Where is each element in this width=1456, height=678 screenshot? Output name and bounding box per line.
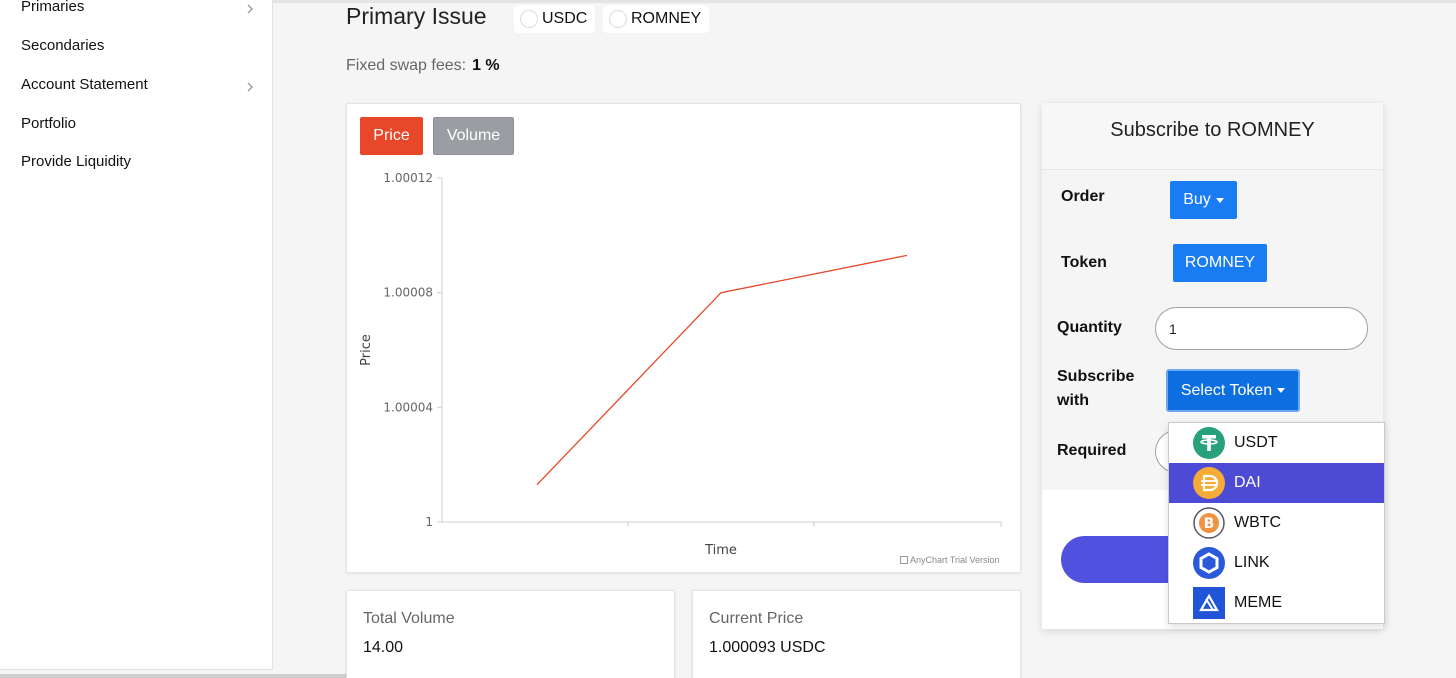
order-label: Order — [1061, 188, 1105, 205]
dai-icon — [1193, 467, 1225, 499]
svg-text:B: B — [1204, 516, 1215, 532]
chevron-right-icon — [247, 82, 253, 92]
token-option-label: WBTC — [1234, 514, 1282, 531]
current-price-label: Current Price — [709, 610, 804, 627]
token-pill-label: USDC — [542, 10, 588, 27]
page-title: Primary Issue — [346, 3, 487, 29]
volume-tab-button[interactable]: Volume — [433, 117, 514, 155]
token-option-meme[interactable]: MEME — [1169, 583, 1384, 623]
fees-label: Fixed swap fees: — [346, 57, 467, 74]
usdt-icon — [1193, 427, 1225, 459]
usdc-icon — [520, 10, 538, 28]
total-volume-value: 14.00 — [363, 639, 404, 656]
token-button[interactable]: ROMNEY — [1173, 244, 1267, 282]
sidebar-item-primaries[interactable]: Primaries — [21, 0, 84, 15]
x-axis-label: Time — [704, 543, 737, 558]
y-tick-label: 1.00004 — [383, 400, 433, 414]
token-pill-label: ROMNEY — [631, 10, 702, 27]
price-tab-button[interactable]: Price — [360, 117, 423, 155]
current-price-value: 1.000093 USDC — [709, 639, 826, 656]
wbtc-icon: B — [1193, 507, 1225, 539]
current-price-card: Current Price 1.000093 USDC — [692, 590, 1021, 678]
y-axis-label: Price — [359, 334, 374, 366]
total-volume-label: Total Volume — [363, 610, 455, 627]
meme-icon — [1193, 587, 1225, 619]
order-dropdown-button[interactable]: Buy — [1170, 181, 1237, 219]
quantity-input[interactable] — [1155, 307, 1368, 350]
token-option-label: USDT — [1234, 434, 1278, 451]
token-option-label: LINK — [1234, 554, 1270, 571]
token-option-dai[interactable]: DAI — [1169, 463, 1384, 503]
order-value: Buy — [1183, 191, 1211, 208]
caret-down-icon — [1277, 388, 1286, 393]
caret-down-icon — [1215, 197, 1224, 203]
subscribe-with-label: Subscribe with — [1057, 368, 1135, 409]
select-token-button[interactable]: Select Token — [1166, 369, 1300, 412]
token-option-label: MEME — [1234, 594, 1282, 611]
chart-watermark: AnyChart Trial Version — [900, 555, 1000, 565]
token-option-label: DAI — [1234, 474, 1261, 491]
token-option-link[interactable]: LINK — [1169, 543, 1384, 583]
chevron-right-icon — [247, 4, 253, 14]
token-dropdown-menu: USDT DAI B WBTC LINK MEME — [1168, 422, 1385, 624]
swap-fees: Fixed swap fees: 1 % — [346, 57, 500, 75]
y-tick-labels: 1.00012 1.00008 1.00004 1 — [383, 171, 442, 529]
required-label: Required — [1057, 442, 1127, 459]
price-series-line — [536, 254, 908, 486]
romney-icon — [609, 10, 627, 28]
select-token-label: Select Token — [1180, 381, 1273, 399]
token-option-wbtc[interactable]: B WBTC — [1169, 503, 1384, 543]
watermark-icon — [900, 556, 908, 564]
token-label: Token — [1061, 254, 1107, 271]
y-tick-label: 1.00012 — [383, 171, 433, 185]
quantity-label: Quantity — [1057, 319, 1122, 336]
total-volume-card: Total Volume 14.00 — [346, 590, 675, 678]
watermark-text: AnyChart Trial Version — [910, 555, 1000, 565]
sidebar-item-portfolio[interactable]: Portfolio — [21, 115, 76, 132]
token-pill-usdc[interactable]: USDC — [514, 5, 596, 33]
y-tick-label: 1 — [425, 515, 433, 529]
x-axis — [442, 521, 1002, 527]
sidebar-item-secondaries[interactable]: Secondaries — [21, 37, 104, 54]
link-icon — [1193, 547, 1225, 579]
sidebar: Primaries Secondaries Account Statement … — [0, 0, 273, 670]
sidebar-item-account-statement[interactable]: Account Statement — [21, 76, 148, 93]
fees-value: 1 % — [472, 57, 500, 74]
subscribe-title: Subscribe to ROMNEY — [1110, 119, 1315, 141]
token-pill-romney[interactable]: ROMNEY — [603, 5, 710, 33]
y-tick-label: 1.00008 — [383, 286, 433, 300]
sidebar-item-provide-liquidity[interactable]: Provide Liquidity — [21, 153, 131, 170]
price-chart: 1.00012 1.00008 1.00004 1 Time Price — [359, 171, 1002, 558]
token-option-usdt[interactable]: USDT — [1169, 423, 1384, 463]
